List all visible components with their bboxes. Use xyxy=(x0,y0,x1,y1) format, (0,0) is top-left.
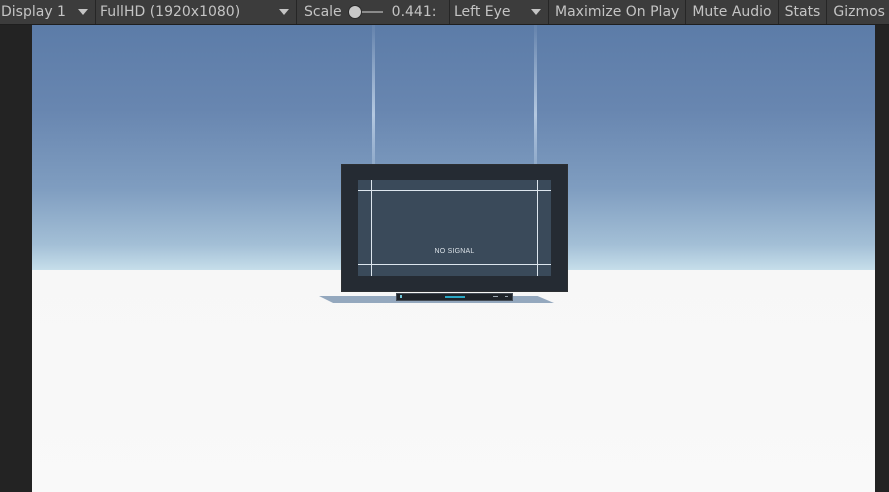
light-beam xyxy=(372,25,375,175)
display-label: Display 1 xyxy=(1,4,66,20)
resolution-label: FullHD (1920x1080) xyxy=(100,4,241,20)
scale-label: Scale xyxy=(304,4,342,20)
maximize-on-play-toggle[interactable]: Maximize On Play xyxy=(549,0,687,24)
scale-suffix: : xyxy=(431,4,437,20)
screen-guide-line xyxy=(358,190,551,191)
scale-slider[interactable] xyxy=(348,6,383,18)
mute-audio-toggle[interactable]: Mute Audio xyxy=(686,0,779,24)
mute-audio-label: Mute Audio xyxy=(692,4,772,20)
screen-guide-line xyxy=(358,264,551,265)
stand-indicator-icon xyxy=(400,295,402,298)
resolution-dropdown[interactable]: FullHD (1920x1080) xyxy=(96,0,297,24)
scale-slider-knob[interactable] xyxy=(348,6,361,18)
maximize-on-play-label: Maximize On Play xyxy=(555,4,680,20)
screen-guide-line xyxy=(537,180,538,276)
eye-label: Left Eye xyxy=(454,4,511,20)
no-signal-text: NO SIGNAL xyxy=(434,248,475,255)
gizmos-toggle[interactable]: Gizmos xyxy=(827,0,889,24)
game-viewport[interactable]: NO SIGNAL xyxy=(32,25,875,492)
stand-button-icon xyxy=(493,296,498,297)
chevron-down-icon xyxy=(531,8,541,15)
scale-control[interactable]: Scale 0.441: xyxy=(297,0,450,24)
screen-guide-line xyxy=(371,180,372,276)
monitor-screen: NO SIGNAL xyxy=(358,180,551,276)
light-beam xyxy=(534,25,537,175)
chevron-down-icon xyxy=(78,8,88,15)
stats-label: Stats xyxy=(784,4,821,20)
monitor-stand xyxy=(396,293,513,301)
chevron-down-icon xyxy=(279,8,289,15)
ground-plane xyxy=(32,270,875,492)
display-dropdown[interactable]: Display 1 xyxy=(0,0,96,24)
stand-button-icon xyxy=(505,296,508,297)
stand-logo-icon xyxy=(445,296,465,298)
gizmos-label: Gizmos xyxy=(833,4,885,20)
viewport-right-border xyxy=(875,25,889,492)
eye-dropdown[interactable]: Left Eye xyxy=(450,0,549,24)
scale-value: 0.441 xyxy=(391,4,432,20)
monitor-model: NO SIGNAL xyxy=(342,165,567,291)
game-view-toolbar: Display 1 FullHD (1920x1080) Scale 0.441… xyxy=(0,0,889,25)
stats-toggle[interactable]: Stats xyxy=(779,0,828,24)
